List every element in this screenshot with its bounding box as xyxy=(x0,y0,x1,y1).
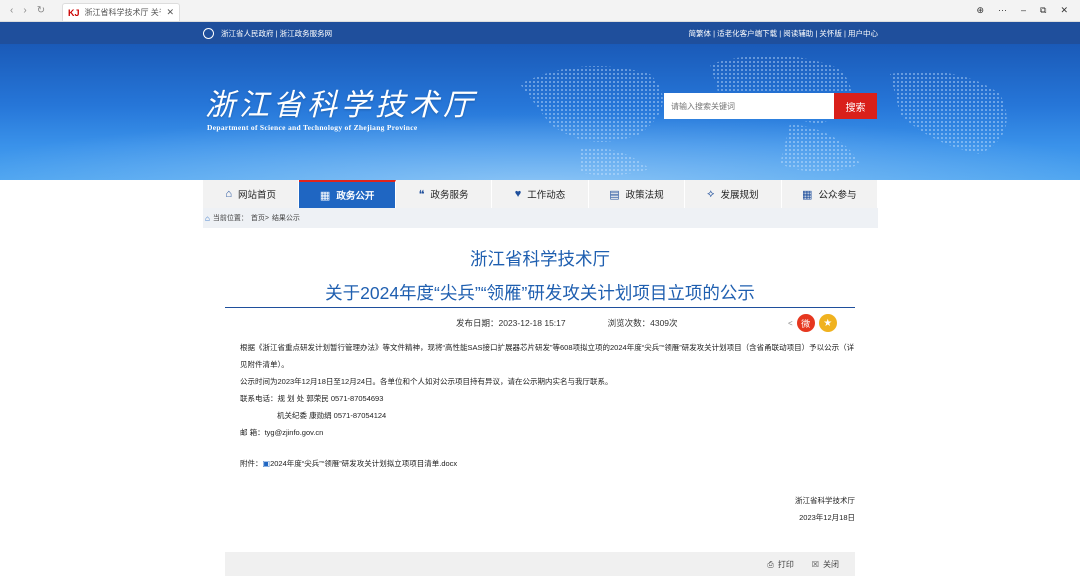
share-icon[interactable]: < xyxy=(788,319,793,328)
nav-item-gov-service[interactable]: ❝ 政务服务 xyxy=(396,180,493,208)
article-title-org: 浙江省科学技术厅 xyxy=(470,249,610,269)
top-strip: 浙江省人民政府 | 浙江政务服务网 简繁体 | 适老化客户端下载 | 阅读辅助 … xyxy=(0,22,1080,44)
back-icon[interactable]: ‹ xyxy=(10,5,13,16)
search-button[interactable]: 搜索 xyxy=(834,93,877,119)
heart-icon: ♥ xyxy=(514,188,522,200)
breadcrumb: ⌂ 当前位置： 首页> 结果公示 xyxy=(203,208,878,228)
favicon-icon: KJ xyxy=(68,7,80,18)
chat-icon: ❝ xyxy=(418,188,425,201)
weibo-icon[interactable]: 微 xyxy=(796,314,815,332)
location-icon: ⌂ xyxy=(205,213,210,223)
nav-label: 政务服务 xyxy=(430,190,469,201)
signature: 浙江省科学技术厅 2023年12月18日 xyxy=(700,492,855,526)
nav-item-home[interactable]: ⌂ 网站首页 xyxy=(203,180,300,208)
close-box-icon: ☒ xyxy=(811,559,819,569)
grid-icon: ▦ xyxy=(319,189,331,202)
nav-label: 工作动态 xyxy=(527,190,566,201)
utility-links[interactable]: 简繁体 | 适老化客户端下载 | 阅读辅助 | 关怀版 | 用户中心 xyxy=(689,28,878,39)
site-banner: 浙江省科学技术厅 Department of Science and Techn… xyxy=(0,44,1080,180)
nav-label: 政务公开 xyxy=(336,191,375,202)
restore-icon[interactable]: ⧉ xyxy=(1040,5,1046,16)
attachment-link[interactable]: 2024年度“尖兵”“领雁”研发攻关计划拟立项项目清单.docx xyxy=(270,459,457,468)
nav-item-policies[interactable]: ▤ 政策法规 xyxy=(589,180,686,208)
close-window-icon[interactable]: ✕ xyxy=(1060,5,1068,16)
nav-label: 公众参与 xyxy=(818,190,857,201)
nav-label: 发展规划 xyxy=(720,190,759,201)
home-icon: ⌂ xyxy=(225,188,233,200)
printer-icon: ⎙ xyxy=(767,559,774,569)
browser-chrome: ‹ › ↻ KJ 浙江省科学技术厅 关于2024年 ✕ ⊕ ··· – ⧉ ✕ xyxy=(0,0,1080,22)
nav-label: 网站首页 xyxy=(238,190,277,201)
main-nav: ⌂ 网站首页 ▦ 政务公开 ❝ 政务服务 ♥ 工作动态 ▤ 政策法规 ⟡ 发展规… xyxy=(203,180,878,208)
breadcrumb-current[interactable]: 结果公示 xyxy=(272,213,300,223)
handshake-icon: ⟡ xyxy=(707,187,715,200)
book-icon: ▤ xyxy=(609,188,620,201)
search-input[interactable] xyxy=(664,93,834,119)
attachment-label: 附件： xyxy=(240,459,263,468)
tab-title: 浙江省科学技术厅 关于2024年 xyxy=(84,8,162,17)
contact-line: 机关纪委 康勋绢 0571-87054124 xyxy=(277,411,387,420)
grid-icon: ▦ xyxy=(802,188,813,201)
nav-item-work-news[interactable]: ♥ 工作动态 xyxy=(492,180,589,208)
print-label: 打印 xyxy=(777,559,794,569)
gov-links[interactable]: 浙江省人民政府 | 浙江政务服务网 xyxy=(221,28,332,39)
reload-icon[interactable]: ↻ xyxy=(37,5,45,16)
site-logo-english: Department of Science and Technology of … xyxy=(207,123,418,132)
nav-item-gov-affairs-open[interactable]: ▦ 政务公开 xyxy=(299,180,396,208)
email-line: 邮 箱：tyg@zjinfo.gov.cn xyxy=(240,428,324,437)
share-bar: < 微 ★ xyxy=(788,314,837,332)
close-button[interactable]: ☒ 关闭 xyxy=(812,559,839,570)
attachment: 附件：▣2024年度“尖兵”“领雁”研发攻关计划拟立项项目清单.docx xyxy=(240,458,457,469)
breadcrumb-home[interactable]: 首页> xyxy=(251,213,269,223)
favorite-star-icon[interactable]: ★ xyxy=(818,314,837,332)
breadcrumb-prefix: 当前位置： xyxy=(212,215,248,222)
browser-tab[interactable]: KJ 浙江省科学技术厅 关于2024年 ✕ xyxy=(62,3,180,21)
minimize-icon[interactable]: – xyxy=(1021,5,1026,16)
publish-date: 发布日期：2023-12-18 15:17 xyxy=(456,318,566,328)
browser-nav: ‹ › ↻ xyxy=(0,5,62,16)
article-meta: 发布日期：2023-12-18 15:17 浏览次数：4309次 xyxy=(456,317,678,329)
nav-label: 政策法规 xyxy=(625,190,664,201)
nav-item-public-participation[interactable]: ▦ 公众参与 xyxy=(782,180,878,208)
emblem-icon xyxy=(203,27,214,39)
contact-line: 联系电话：规 划 处 郭荣民 0571-87054693 xyxy=(240,394,384,403)
title-divider xyxy=(225,307,855,308)
view-count: 浏览次数：4309次 xyxy=(607,318,678,328)
window-controls: ⊕ ··· – ⧉ ✕ xyxy=(976,5,1080,16)
close-tab-icon[interactable]: ✕ xyxy=(166,7,174,18)
more-menu-icon[interactable]: ··· xyxy=(998,5,1007,16)
site-logo[interactable]: 浙江省科学技术厅 xyxy=(205,80,477,124)
nav-item-planning[interactable]: ⟡ 发展规划 xyxy=(685,180,782,208)
forward-icon[interactable]: › xyxy=(23,5,26,16)
search-box: 搜索 xyxy=(664,93,877,119)
document-icon: ▣ xyxy=(262,459,271,468)
body-paragraph: 公示时间为2023年12月18日至12月24日。各单位和个人如对公示项目持有异议… xyxy=(240,377,613,386)
sign-date: 2023年12月18日 xyxy=(799,513,855,522)
article-body: 根据《浙江省重点研发计划暂行管理办法》等文件精神，现将“高性能SAS接口扩展器芯… xyxy=(225,339,857,441)
close-label: 关闭 xyxy=(823,559,839,569)
sign-org: 浙江省科学技术厅 xyxy=(795,496,855,505)
body-paragraph: 根据《浙江省重点研发计划暂行管理办法》等文件精神，现将“高性能SAS接口扩展器芯… xyxy=(240,343,855,369)
article-title: 关于2024年度“尖兵”“领雁”研发攻关计划项目立项的公示 xyxy=(325,283,755,303)
article-actions: ⎙ 打印 ☒ 关闭 xyxy=(225,552,855,576)
extensions-icon[interactable]: ⊕ xyxy=(976,5,984,16)
print-button[interactable]: ⎙ 打印 xyxy=(767,559,793,570)
